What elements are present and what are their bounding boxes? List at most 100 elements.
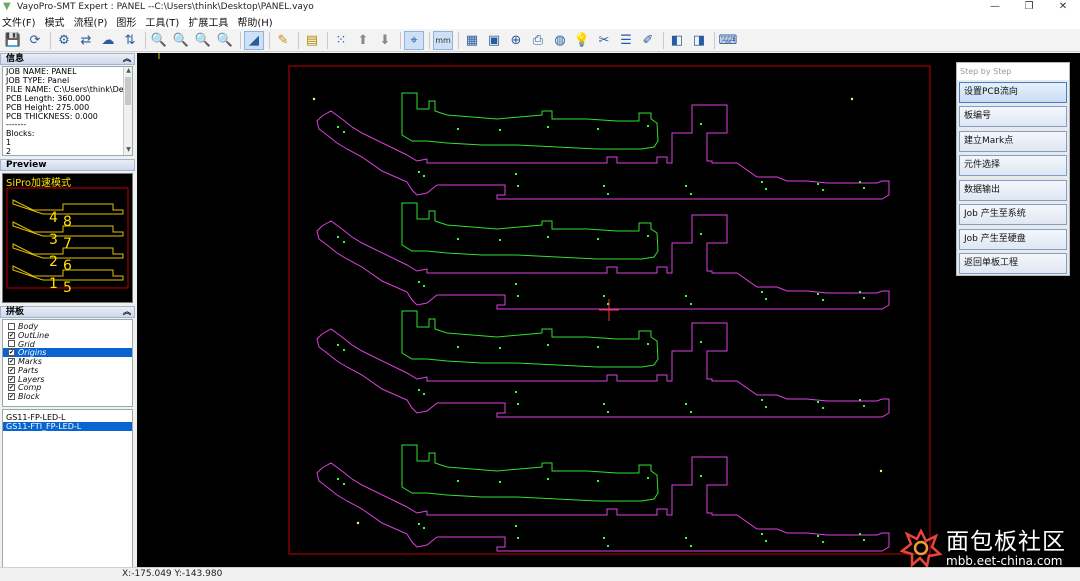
set-pcb-direction-button[interactable]: 设置PCB流向 <box>959 82 1067 103</box>
layer-checkbox[interactable]: ✔ <box>8 358 15 366</box>
arrow-down-icon[interactable]: ⬇ <box>375 31 395 50</box>
minimize-button[interactable]: — <box>978 0 1012 14</box>
layer-item-layers[interactable]: ✔ Layers <box>3 375 132 384</box>
maximize-button[interactable]: ❐ <box>1012 0 1046 14</box>
pad <box>423 393 425 395</box>
menu-tools[interactable]: 工具(T) <box>145 14 179 29</box>
snap-icon[interactable]: ⌖ <box>404 30 424 50</box>
layer-item-comp[interactable]: ✔ Comp <box>3 383 132 392</box>
layer-item-parts[interactable]: ✔ Parts <box>3 366 132 375</box>
back-to-single-board-button[interactable]: 返回单板工程 <box>959 253 1067 274</box>
info-scrollbar[interactable]: ▲ ▼ <box>123 67 132 155</box>
layer-checkbox[interactable] <box>8 340 15 348</box>
brush-icon[interactable]: ✐ <box>638 31 658 50</box>
import-icon[interactable]: ◧ <box>667 31 687 50</box>
collapse-icon[interactable]: ︽ <box>123 307 131 317</box>
save-icon[interactable]: 💾 <box>3 31 23 50</box>
pad <box>343 241 345 243</box>
component-select-button[interactable]: 元件选择 <box>959 155 1067 176</box>
pad <box>817 401 819 403</box>
pad <box>765 298 767 300</box>
target-icon[interactable]: ⊕ <box>506 31 526 50</box>
refresh-icon[interactable]: ⟳ <box>25 31 45 50</box>
layer-item-marks[interactable]: ✔ Marks <box>3 357 132 366</box>
globe-icon[interactable]: ◍ <box>550 31 570 50</box>
pad <box>607 303 609 305</box>
board-outline <box>316 214 890 310</box>
scroll-up-icon[interactable]: ▲ <box>124 67 132 76</box>
layer-checkbox[interactable] <box>8 322 15 330</box>
zoom-window-icon[interactable]: 🔍 <box>215 31 235 50</box>
scroll-thumb[interactable] <box>125 77 131 105</box>
toolbar-separator <box>400 31 401 49</box>
pad <box>765 406 767 408</box>
ruler-icon[interactable]: ▤ <box>302 31 322 50</box>
pencil-icon[interactable]: ✎ <box>273 31 293 50</box>
pad <box>685 295 687 297</box>
print-icon[interactable]: ⎙ <box>528 31 548 50</box>
arrange-icon[interactable]: ⇄ <box>76 31 96 50</box>
pad <box>457 128 459 130</box>
board-list-item[interactable]: GS11-FP-LED-L <box>3 413 132 422</box>
menu-mode[interactable]: 模式 <box>45 14 65 29</box>
toolbar: 💾 ⟳ ⚙ ⇄ ☁ ⇅ 🔍 🔍 🔍 🔍 ◢ ✎ ▤ ⁙ ⬆ ⬇ ⌖ mm ▦ ▣… <box>0 29 1080 52</box>
layer-label: Layers <box>18 374 45 384</box>
arrow-up-icon[interactable]: ⬆ <box>353 31 373 50</box>
split-icon[interactable]: ⇅ <box>120 31 140 50</box>
layer-checkbox[interactable]: ✔ <box>8 375 15 383</box>
layer-checkbox[interactable]: ✔ <box>8 366 15 374</box>
zoom-out-icon[interactable]: 🔍 <box>171 31 191 50</box>
pad <box>822 541 824 543</box>
lightbulb-icon[interactable]: 💡 <box>572 31 592 50</box>
zoom-in-icon[interactable]: 🔍 <box>149 31 169 50</box>
pad <box>515 525 517 527</box>
collapse-icon[interactable]: ︽ <box>123 54 131 64</box>
layer-checkbox[interactable]: ✔ <box>8 393 15 401</box>
pcb-canvas[interactable] <box>137 53 1080 567</box>
zoom-fit-icon[interactable]: 🔍 <box>193 31 213 50</box>
preview-block-number: 4 <box>49 210 58 226</box>
menu-graphics[interactable]: 图形 <box>116 14 136 29</box>
grid-points-icon[interactable]: ⁙ <box>331 31 351 50</box>
scroll-down-icon[interactable]: ▼ <box>124 146 132 155</box>
preview-canvas[interactable]: SiPro加速模式 4 8 3 7 2 6 1 5 <box>2 173 133 303</box>
pliers-icon[interactable]: ✂ <box>594 31 614 50</box>
cloud-icon[interactable]: ☁ <box>98 31 118 50</box>
menu-file[interactable]: 文件(F) <box>2 14 36 29</box>
select-mode-icon[interactable]: ◢ <box>244 30 264 50</box>
app-icon: ▼ <box>3 1 11 12</box>
pad <box>343 483 345 485</box>
layer-item-outline[interactable]: ✔ OutLine <box>3 331 132 340</box>
menu-extended-tools[interactable]: 扩展工具 <box>188 14 228 29</box>
pad <box>817 183 819 185</box>
board-rows <box>316 92 890 552</box>
menu-process[interactable]: 流程(P) <box>74 14 108 29</box>
pad <box>863 297 865 299</box>
layer-item-body[interactable]: Body <box>3 322 132 331</box>
layer-checkbox[interactable]: ✔ <box>8 331 15 339</box>
data-output-button[interactable]: 数据输出 <box>959 180 1067 201</box>
layer-list: Body ✔ OutLine Grid ✔ Origins ✔ Marks ✔ Part… <box>2 319 133 407</box>
board-list-item[interactable]: GS11-FTI_FP-LED-L <box>3 422 132 431</box>
layer-item-grid[interactable]: Grid <box>3 340 132 349</box>
menu-help[interactable]: 帮助(H) <box>237 14 272 29</box>
board-view-icon[interactable]: ▣ <box>484 31 504 50</box>
layer-checkbox[interactable]: ✔ <box>8 349 15 357</box>
board-numbering-button[interactable]: 板编号 <box>959 106 1067 127</box>
status-bar: X:-175.049 Y:-143.980 <box>0 567 1080 581</box>
job-to-system-button[interactable]: Job 产生至系统 <box>959 204 1067 225</box>
machine-icon[interactable]: ⌨ <box>718 31 738 50</box>
layer-item-origins[interactable]: ✔ Origins <box>3 348 132 357</box>
layer-item-block[interactable]: ✔ Block <box>3 392 132 401</box>
pad <box>515 173 517 175</box>
layer-checkbox[interactable]: ✔ <box>8 384 15 392</box>
settings-icon[interactable]: ⚙ <box>54 31 74 50</box>
list-icon[interactable]: ☰ <box>616 31 636 50</box>
create-mark-button[interactable]: 建立Mark点 <box>959 131 1067 152</box>
pad <box>423 527 425 529</box>
close-button[interactable]: ✕ <box>1046 0 1080 14</box>
export-icon[interactable]: ◨ <box>689 31 709 50</box>
job-to-disk-button[interactable]: Job 产生至硬盘 <box>959 229 1067 250</box>
grid-icon[interactable]: ▦ <box>462 31 482 50</box>
units-mm-icon[interactable]: mm <box>433 30 453 50</box>
